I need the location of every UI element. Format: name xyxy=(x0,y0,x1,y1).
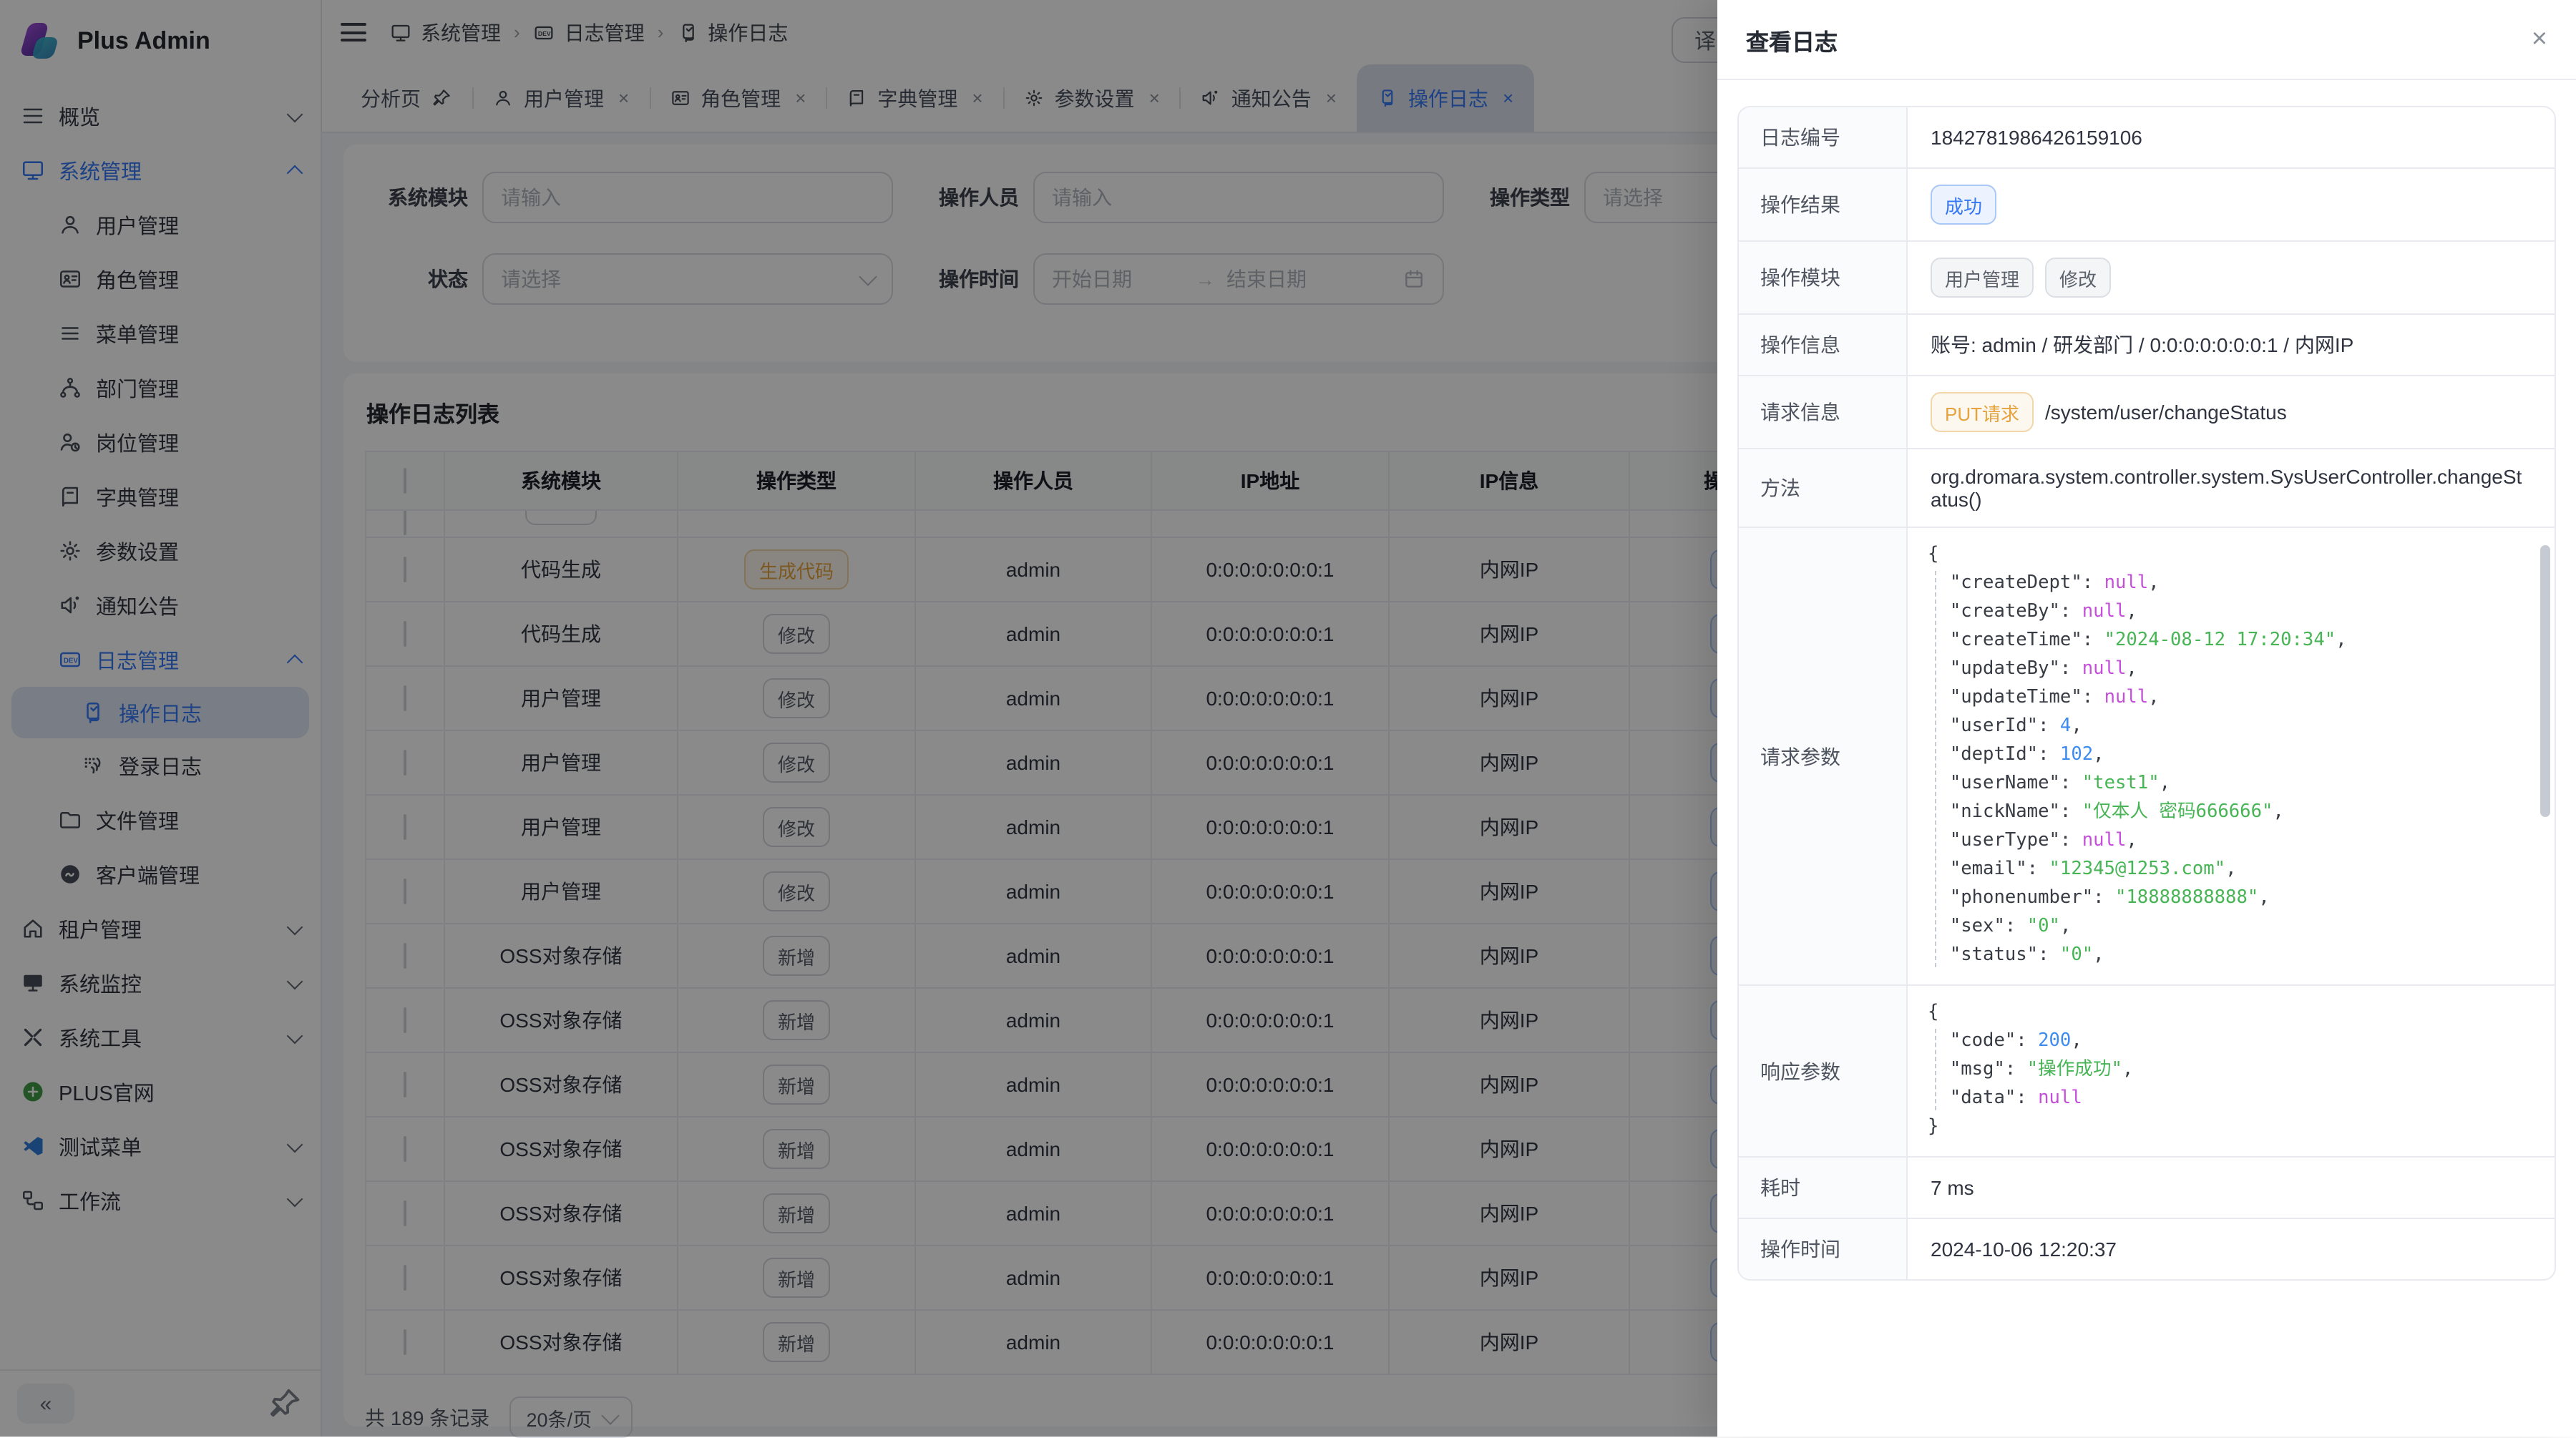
response-params-row: 响应参数 { "code": 200, "msg": "操作成功", "data… xyxy=(1739,986,2555,1158)
request-url: /system/user/changeStatus xyxy=(2045,401,2287,424)
log-id-value: 1842781986426159106 xyxy=(1908,107,2555,167)
drawer-title: 查看日志 xyxy=(1746,22,1838,57)
close-icon[interactable]: × xyxy=(2532,26,2547,53)
time-value: 2024-10-06 12:20:37 xyxy=(1908,1219,2555,1279)
result-label: 操作结果 xyxy=(1739,169,1908,240)
method-value: org.dromara.system.controller.system.Sys… xyxy=(1908,449,2555,527)
view-log-drawer: 查看日志 × 日志编号 1842781986426159106 操作结果 成功 … xyxy=(1717,0,2576,1437)
drawer-header: 查看日志 × xyxy=(1717,0,2576,80)
response-params-label: 响应参数 xyxy=(1739,986,1908,1156)
request-params-row: 请求参数 { "createDept": null, "createBy": n… xyxy=(1739,528,2555,986)
log-id-label: 日志编号 xyxy=(1739,107,1908,167)
status-badge: 成功 xyxy=(1931,185,1996,225)
response-params-json: { "code": 200, "msg": "操作成功", "data": nu… xyxy=(1928,999,2534,1142)
method-label: 方法 xyxy=(1739,449,1908,527)
cost-label: 耗时 xyxy=(1739,1158,1908,1218)
indent-guide xyxy=(1935,1029,1936,1110)
request-params-json: { "createDept": null, "createBy": null, … xyxy=(1928,541,2534,970)
time-row: 操作时间 2024-10-06 12:20:37 xyxy=(1739,1219,2555,1279)
module-value: 用户管理修改 xyxy=(1908,242,2555,313)
info-value: 账号: admin / 研发部门 / 0:0:0:0:0:0:0:1 / 内网I… xyxy=(1908,315,2555,375)
request-params-label: 请求参数 xyxy=(1739,528,1908,984)
module-badge: 用户管理 xyxy=(1931,258,2034,298)
request-params-value: { "createDept": null, "createBy": null, … xyxy=(1908,528,2555,984)
log-id-row: 日志编号 1842781986426159106 xyxy=(1739,107,2555,169)
drawer-overlay[interactable] xyxy=(0,0,1717,1437)
info-label: 操作信息 xyxy=(1739,315,1908,375)
indent-guide xyxy=(1935,571,1936,967)
module-badge: 修改 xyxy=(2045,258,2111,298)
module-label: 操作模块 xyxy=(1739,242,1908,313)
info-row: 操作信息 账号: admin / 研发部门 / 0:0:0:0:0:0:0:1 … xyxy=(1739,315,2555,376)
method-row: 方法 org.dromara.system.controller.system.… xyxy=(1739,449,2555,528)
request-value: PUT请求 /system/user/changeStatus xyxy=(1908,376,2555,448)
app-root: Plus Admin 概览系统管理用户管理角色管理菜单管理部门管理岗位管理字典管… xyxy=(0,0,2576,1437)
cost-value: 7 ms xyxy=(1908,1158,2555,1218)
http-method-badge: PUT请求 xyxy=(1931,392,2034,432)
time-label: 操作时间 xyxy=(1739,1219,1908,1279)
response-params-value: { "code": 200, "msg": "操作成功", "data": nu… xyxy=(1908,986,2555,1156)
request-label: 请求信息 xyxy=(1739,376,1908,448)
module-row: 操作模块 用户管理修改 xyxy=(1739,242,2555,315)
request-row: 请求信息 PUT请求 /system/user/changeStatus xyxy=(1739,376,2555,449)
result-value: 成功 xyxy=(1908,169,2555,240)
scrollbar-thumb[interactable] xyxy=(2540,545,2550,817)
log-detail-table: 日志编号 1842781986426159106 操作结果 成功 操作模块 用户… xyxy=(1737,106,2556,1281)
result-row: 操作结果 成功 xyxy=(1739,169,2555,242)
cost-row: 耗时 7 ms xyxy=(1739,1158,2555,1219)
